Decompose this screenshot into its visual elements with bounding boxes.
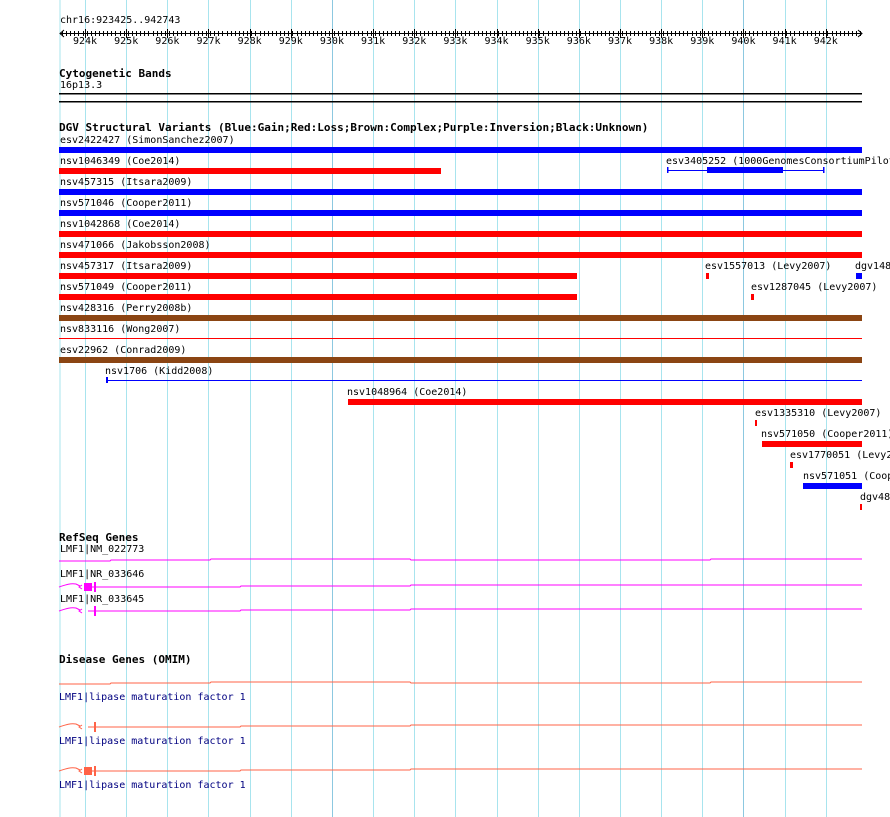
gene-label[interactable]: LMF1|NM_022773 (60, 544, 144, 555)
variant-bar[interactable] (706, 273, 709, 279)
ruler-tick-label: 936k (566, 36, 591, 47)
ruler-tick-label: 927k (196, 36, 221, 47)
ruler-tick-label: 938k (649, 36, 674, 47)
ruler-tick-label: 925k (114, 36, 139, 47)
variant-label[interactable]: esv1557013 (Levy2007) (705, 261, 831, 272)
variant-label[interactable]: dgv148 (855, 261, 890, 272)
ruler-tick-label: 929k (278, 36, 303, 47)
variant-label[interactable]: nsv1046349 (Coe2014) (60, 156, 180, 167)
gene-line (59, 681, 862, 685)
variant-bar-core (707, 167, 783, 173)
gene-label[interactable]: LMF1|lipase maturation factor 1 (59, 692, 246, 703)
ruler-tick-label: 942k (813, 36, 838, 47)
variant-label[interactable]: esv3405252 (1000GenomesConsortiumPilot (666, 156, 890, 167)
variant-bar[interactable] (762, 441, 862, 447)
cytoband-label: 16p13.3 (60, 80, 103, 91)
ruler-tick-label: 937k (607, 36, 633, 47)
ruler-tick-label: 926k (155, 36, 180, 47)
ruler-tick-label: 940k (731, 36, 756, 47)
variant-label[interactable]: nsv571050 (Cooper2011) (761, 429, 890, 440)
variant-bar[interactable] (59, 168, 441, 174)
gene-label[interactable]: LMF1|NR_033645 (60, 594, 144, 605)
variant-label[interactable]: esv1770051 (Levy2 (790, 450, 890, 461)
cytoband-line-top (59, 93, 862, 95)
variant-bar[interactable] (59, 210, 862, 216)
variant-label[interactable]: esv2422427 (SimonSanchez2007) (60, 135, 235, 146)
cytoband-track-title: Cytogenetic Bands (59, 67, 172, 80)
transcript-line (58, 767, 862, 772)
dgv-track-title: DGV Structural Variants (Blue:Gain;Red:L… (59, 121, 649, 134)
omim-track-title: Disease Genes (OMIM) (59, 653, 192, 666)
location-label: chr16:923425..942743 (60, 15, 181, 26)
variant-bar[interactable] (59, 315, 862, 321)
ruler-tick-label: 934k (484, 36, 509, 47)
transcript-line (58, 723, 862, 728)
variant-bar[interactable] (348, 399, 862, 405)
exon-tick (94, 766, 96, 776)
variant-bar (106, 380, 862, 381)
ruler-tick-label: 941k (772, 36, 797, 47)
variant-label[interactable]: nsv833116 (Wong2007) (60, 324, 180, 335)
variant-bar (59, 338, 862, 339)
variant-label[interactable]: nsv1048964 (Coe2014) (347, 387, 467, 398)
variant-bar[interactable] (59, 273, 577, 279)
variant-bar[interactable] (856, 273, 862, 279)
variant-bar[interactable] (59, 357, 862, 363)
variant-label[interactable]: nsv571049 (Cooper2011) (60, 282, 192, 293)
variant-bar[interactable] (803, 483, 862, 489)
variant-bar[interactable] (790, 462, 793, 468)
variant-label[interactable]: esv22962 (Conrad2009) (60, 345, 186, 356)
variant-label[interactable]: nsv1042868 (Coe2014) (60, 219, 180, 230)
variant-label[interactable]: nsv571046 (Cooper2011) (60, 198, 192, 209)
variant-bar[interactable] (59, 147, 862, 153)
gene-line (59, 558, 862, 562)
ruler-tick-label: 931k (361, 36, 386, 47)
ruler-tick-label: 939k (690, 36, 715, 47)
ruler-tick-label: 930k (319, 36, 344, 47)
variant-bar[interactable] (59, 294, 577, 300)
variant-label[interactable]: nsv471066 (Jakobsson2008) (60, 240, 211, 251)
variant-bar[interactable] (59, 189, 862, 195)
exon-tick (94, 722, 96, 732)
refseq-track-title: RefSeq Genes (59, 531, 139, 544)
variant-bar[interactable] (755, 420, 757, 426)
variant-bar-end (823, 167, 825, 173)
variant-label[interactable]: esv1335310 (Levy2007) (755, 408, 881, 419)
variant-label[interactable]: esv1287045 (Levy2007) (751, 282, 877, 293)
variant-label[interactable]: nsv1706 (Kidd2008) (105, 366, 213, 377)
transcript-line (58, 607, 862, 612)
cytoband-line-bottom (59, 101, 862, 103)
exon-block (84, 583, 92, 591)
variant-label[interactable]: nsv457317 (Itsara2009) (60, 261, 192, 272)
ruler-tick-label: 932k (402, 36, 427, 47)
variant-label[interactable]: dgv48 (860, 492, 890, 503)
variant-label[interactable]: nsv457315 (Itsara2009) (60, 177, 192, 188)
ruler-tick-label: 928k (237, 36, 262, 47)
gene-label[interactable]: LMF1|NR_033646 (60, 569, 144, 580)
variant-bar[interactable] (59, 252, 862, 258)
transcript-line (58, 583, 862, 588)
ruler-tick-label: 935k (525, 36, 550, 47)
exon-block (84, 767, 92, 775)
variant-bar[interactable] (860, 504, 862, 510)
variant-bar[interactable] (751, 294, 754, 300)
variant-bar-end (106, 377, 108, 383)
variant-label[interactable]: nsv428316 (Perry2008b) (60, 303, 192, 314)
variant-bar[interactable] (59, 231, 862, 237)
variant-label[interactable]: nsv571051 (Coop (803, 471, 890, 482)
ruler-tick-label: 924k (73, 36, 98, 47)
variant-bar-end (667, 167, 669, 173)
ruler-tick-label: 933k (443, 36, 468, 47)
exon-tick (94, 606, 96, 616)
gene-label[interactable]: LMF1|lipase maturation factor 1 (59, 780, 246, 791)
gene-label[interactable]: LMF1|lipase maturation factor 1 (59, 736, 246, 747)
exon-tick (94, 582, 96, 592)
